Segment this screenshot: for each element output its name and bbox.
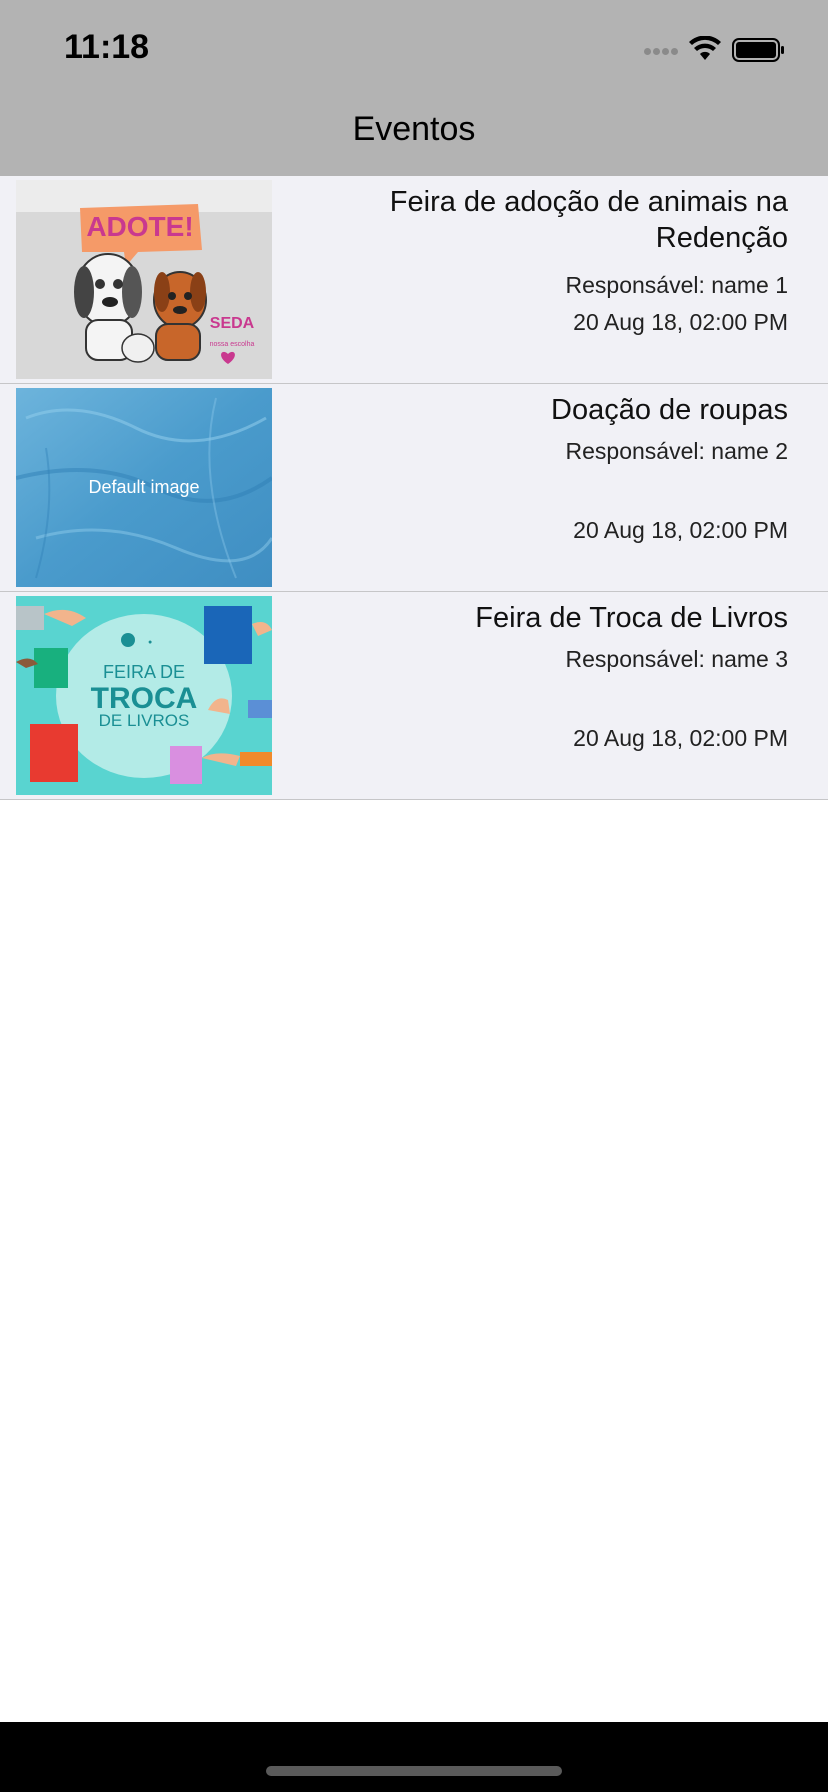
troca-line3: DE LIVROS: [99, 711, 190, 730]
home-indicator[interactable]: [266, 1766, 562, 1776]
seda-subline: nossa escolha: [210, 341, 255, 348]
event-responsible: Responsável: name 2: [565, 438, 788, 464]
event-image-adoption: ADOTE! SEDA nossa escolha: [16, 180, 272, 379]
status-time: 11:18: [64, 28, 150, 66]
event-responsible: Responsável: name 1: [565, 272, 788, 298]
seda-logo: SEDA: [210, 315, 255, 332]
event-title: Feira de Troca de Livros: [475, 602, 788, 634]
top-bar: 11:18 Eventos: [0, 0, 828, 176]
event-row[interactable]: ADOTE! SEDA nossa escolha Feira de adoçã…: [0, 176, 828, 384]
event-title: Feira de adoção de animais na Redenção: [389, 186, 788, 254]
events-list[interactable]: ADOTE! SEDA nossa escolha Feira de adoçã…: [0, 176, 828, 800]
battery-icon: [732, 38, 784, 62]
event-responsible: Responsável: name 3: [565, 646, 788, 672]
event-image-default: Default image: [16, 388, 272, 587]
event-row[interactable]: Default image Doação de roupas Responsáv…: [0, 384, 828, 592]
wifi-icon: [689, 36, 721, 60]
signal-icon: [644, 48, 680, 56]
troca-line1: FEIRA DE: [103, 662, 185, 682]
event-image-book-exchange: ● FEIRA DE TROCA DE LIVROS: [16, 596, 272, 795]
adote-headline: ADOTE!: [86, 211, 193, 242]
adoption-poster-illustration: ADOTE! SEDA nossa escolha: [16, 180, 272, 379]
page-title: Eventos: [352, 110, 476, 148]
event-title: Doação de roupas: [551, 394, 788, 426]
default-image-label: Default image: [88, 477, 200, 497]
event-date: 20 Aug 18, 02:00 PM: [573, 309, 788, 335]
book-exchange-poster-illustration: ● FEIRA DE TROCA DE LIVROS: [16, 596, 272, 795]
bottom-safe-area: [0, 1722, 828, 1792]
svg-text:●: ●: [148, 639, 152, 646]
event-row[interactable]: ● FEIRA DE TROCA DE LIVROS Feira de Troc…: [0, 592, 828, 800]
event-date: 20 Aug 18, 02:00 PM: [573, 517, 788, 543]
event-date: 20 Aug 18, 02:00 PM: [573, 725, 788, 751]
